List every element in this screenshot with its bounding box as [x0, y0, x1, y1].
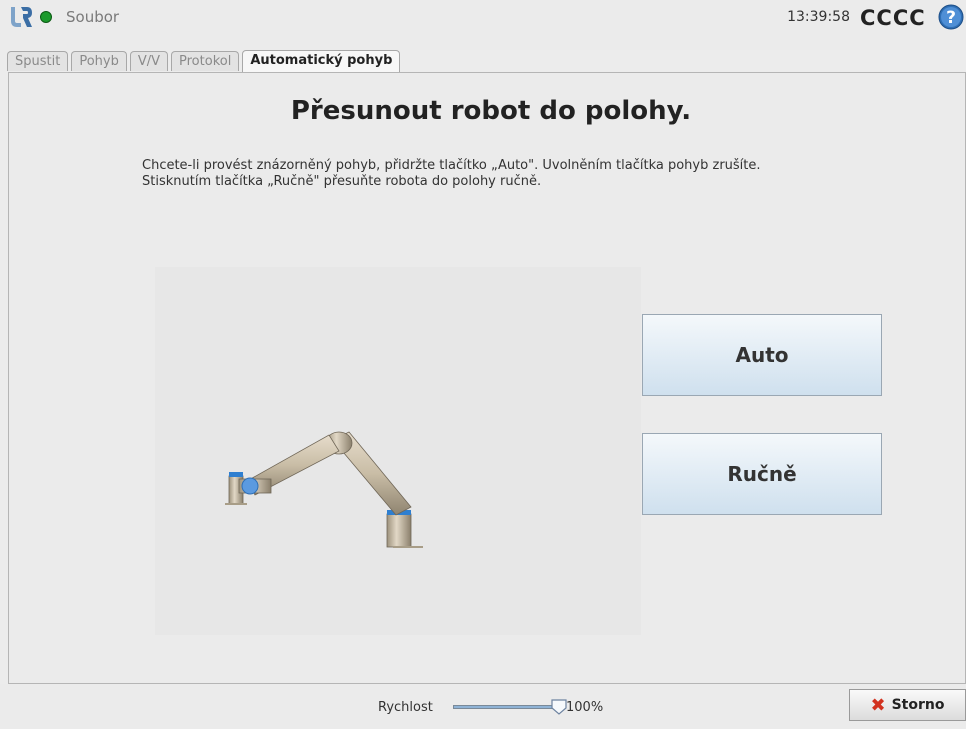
tab-automaticky-pohyb[interactable]: Automatický pohyb	[242, 50, 401, 72]
ur-logo-icon	[11, 7, 32, 27]
instruction-line-2: Stisknutím tlačítka „Ručně" přesuňte rob…	[142, 174, 542, 189]
auto-button[interactable]: Auto	[642, 314, 882, 396]
speed-slider[interactable]	[453, 705, 565, 709]
speed-value: 100%	[566, 700, 604, 715]
instructions: Chcete-li provést znázorněný pohyb, přid…	[142, 158, 761, 190]
tab-bar: Spustit Pohyb V/V Protokol Automatický p…	[7, 50, 403, 72]
speed-slider-handle-icon[interactable]	[551, 699, 567, 715]
page-title: Přesunout robot do polohy.	[290, 96, 692, 126]
cancel-button[interactable]: ✖ Storno	[849, 689, 966, 721]
instruction-line-1: Chcete-li provést znázorněný pohyb, přid…	[142, 158, 761, 173]
tab-pohyb[interactable]: Pohyb	[71, 51, 127, 71]
tab-protokol[interactable]: Protokol	[171, 51, 240, 71]
tab-spustit[interactable]: Spustit	[7, 51, 69, 71]
robot-arm-illustration	[225, 431, 423, 548]
svg-text:?: ?	[946, 8, 956, 28]
status-indicator-icon	[40, 11, 52, 23]
robot-preview	[155, 267, 641, 635]
cancel-button-label: Storno	[891, 697, 945, 713]
manual-button[interactable]: Ručně	[642, 433, 882, 515]
file-menu[interactable]: Soubor	[66, 8, 119, 26]
clock: 13:39:58	[787, 9, 850, 25]
close-icon: ✖	[870, 694, 886, 716]
help-icon[interactable]: ?	[938, 4, 964, 30]
speed-label: Rychlost	[378, 700, 433, 715]
robot-name: CCCC	[860, 6, 926, 30]
top-bar: Soubor 13:39:58 CCCC ?	[0, 0, 966, 50]
speed-slider-fill	[454, 706, 564, 708]
bottom-bar: Rychlost 100% ✖ Storno	[0, 684, 966, 729]
tab-vv[interactable]: V/V	[129, 51, 169, 71]
